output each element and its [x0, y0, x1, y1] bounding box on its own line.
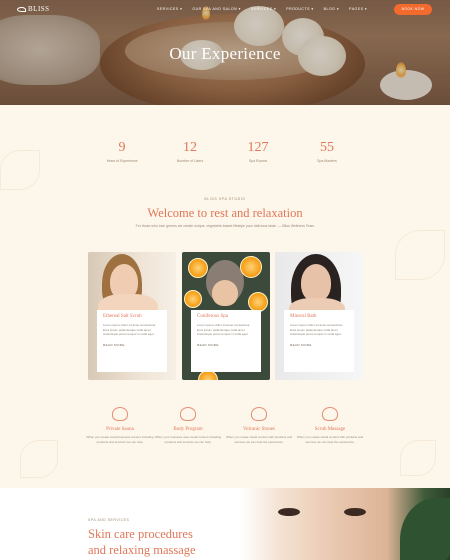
logo[interactable]: BLISS	[17, 5, 50, 13]
main-menu: SERVICES ▾ OUR SPA AND SALON ▾ SERVICES …	[157, 7, 367, 11]
logo-text: BLISS	[28, 5, 50, 13]
card-title: Mineral Bath	[290, 314, 317, 319]
service-card[interactable]: Ethereal Salt Scrub Lorem ipsum dolor si…	[88, 252, 176, 380]
eye-image	[344, 508, 366, 516]
orange-slice-image	[188, 258, 208, 278]
read-more-link[interactable]: READ MORE	[197, 343, 255, 347]
top-navigation: BLISS SERVICES ▾ OUR SPA AND SALON ▾ SER…	[0, 0, 450, 20]
feature-text: When your business uses visual content i…	[154, 435, 222, 444]
card-content: Coniferous Spa Lorem ipsum dolor sit ame…	[191, 310, 261, 372]
read-more-link[interactable]: READ MORE	[290, 343, 348, 347]
stat-block: 9 Years of Experience	[92, 140, 152, 163]
orange-slice-image	[184, 290, 202, 308]
nav-item[interactable]: SERVICES ▾	[251, 7, 276, 11]
card-text: Lorem ipsum dolor sit amet consectetur. …	[103, 323, 157, 336]
stat-number: 12	[183, 140, 197, 155]
card-content: Ethereal Salt Scrub Lorem ipsum dolor si…	[97, 310, 167, 372]
orange-slice-image	[240, 256, 262, 278]
massage-icon	[322, 407, 338, 421]
leaf-decoration	[395, 230, 445, 280]
feature-text: When you create visual content with prod…	[225, 435, 293, 444]
stat-block: 12 Number of Users	[160, 140, 220, 163]
section-eyebrow: BLISS SPA STUDIO	[204, 197, 246, 201]
stat-number: 55	[320, 140, 334, 155]
feature-text: When you create visual content with prod…	[296, 435, 364, 444]
section-title-line: Skin care procedures	[88, 527, 193, 541]
section-eyebrow: SPA AND SERVICES	[88, 518, 130, 522]
card-content: Mineral Bath Lorem ipsum dolor sit amet …	[284, 310, 354, 372]
nav-item[interactable]: OUR SPA AND SALON ▾	[192, 7, 241, 11]
leaf-decoration	[400, 440, 436, 476]
stat-number: 9	[118, 140, 126, 155]
service-card[interactable]: Coniferous Spa Lorem ipsum dolor sit ame…	[182, 252, 270, 380]
feature-title: Body Program	[173, 427, 203, 432]
nav-item[interactable]: SERVICES ▾	[157, 7, 182, 11]
section-title: Skin care procedures and relaxing massag…	[88, 526, 196, 558]
card-text: Lorem ipsum dolor sit amet consectetur. …	[197, 323, 251, 336]
nav-item[interactable]: PAGES ▾	[349, 7, 367, 11]
stat-label: Years of Experience	[106, 159, 138, 163]
stones-icon	[251, 407, 267, 421]
stat-block: 127 Spa Rooms	[228, 140, 288, 163]
leaf-decoration	[20, 440, 58, 478]
leaf-decoration	[0, 150, 40, 190]
stat-number: 127	[247, 140, 269, 155]
card-title: Ethereal Salt Scrub	[103, 314, 142, 319]
feature-item: Volcanic Stones When you create visual c…	[221, 407, 297, 444]
feature-item: Body Program When your business uses vis…	[150, 407, 226, 444]
eye-image	[278, 508, 300, 516]
lotus-icon	[17, 6, 26, 12]
service-card[interactable]: Mineral Bath Lorem ipsum dolor sit amet …	[275, 252, 363, 380]
nav-item[interactable]: PRODUCTS ▾	[286, 7, 313, 11]
section-title: Welcome to rest and relaxation	[147, 206, 303, 220]
feature-item: Private Sauna When you create visual bus…	[82, 407, 158, 444]
stat-label: Spa Masters	[317, 159, 337, 163]
feature-title: Volcanic Stones	[243, 427, 275, 432]
feature-text: When you create visual business content …	[86, 435, 154, 444]
section-intro: For those who love greens we create uniq…	[135, 224, 315, 228]
page-title: Our Experience	[169, 44, 281, 63]
feature-item: Scrub Massage When you create visual con…	[292, 407, 368, 444]
section-title-line: and relaxing massage	[88, 543, 196, 557]
woman-face	[212, 280, 238, 306]
nav-item[interactable]: BLOG ▾	[324, 7, 339, 11]
stat-label: Spa Rooms	[248, 159, 268, 163]
orange-slice-image	[248, 292, 268, 312]
woman-face	[301, 264, 331, 302]
stat-block: 55 Spa Masters	[297, 140, 357, 163]
body-program-icon	[180, 407, 196, 421]
read-more-link[interactable]: READ MORE	[103, 343, 161, 347]
book-now-button[interactable]: BOOK NOW	[394, 4, 432, 15]
stat-label: Number of Users	[176, 159, 204, 163]
feature-title: Private Sauna	[106, 427, 134, 432]
sauna-icon	[112, 407, 128, 421]
card-title: Coniferous Spa	[197, 314, 228, 319]
feature-title: Scrub Massage	[314, 427, 346, 432]
skin-care-section: SPA AND SERVICES Skin care procedures an…	[0, 488, 450, 560]
card-text: Lorem ipsum dolor sit amet consectetur. …	[290, 323, 344, 336]
